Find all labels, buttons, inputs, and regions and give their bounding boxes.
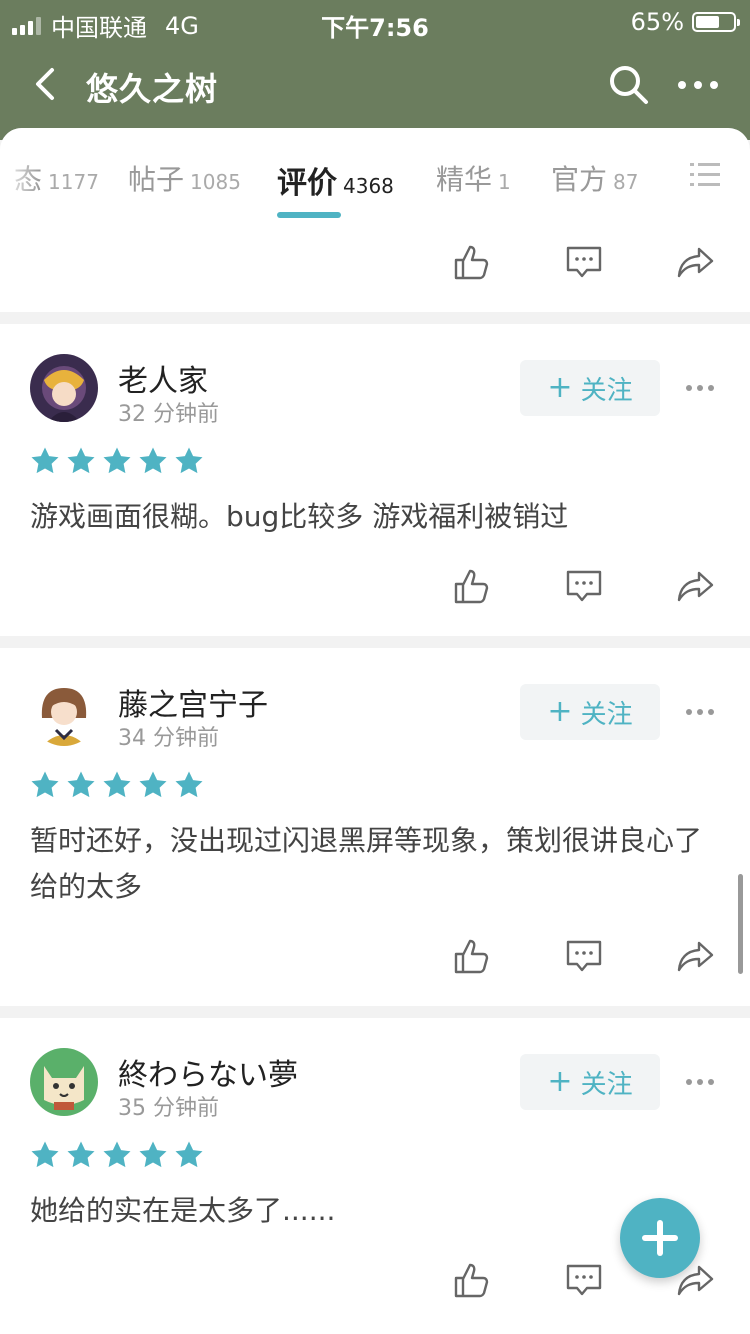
star-icon	[174, 446, 204, 476]
comment-icon[interactable]	[564, 566, 604, 606]
review-actions	[0, 926, 750, 986]
share-icon[interactable]	[676, 242, 716, 282]
like-icon[interactable]	[452, 936, 492, 976]
follow-button[interactable]: + 关注	[520, 1054, 660, 1110]
star-icon	[30, 446, 60, 476]
plus-icon: +	[547, 370, 573, 405]
share-icon[interactable]	[676, 566, 716, 606]
tab-label: 精华	[436, 163, 493, 196]
star-icon	[66, 770, 96, 800]
tab-official[interactable]: 官方 87	[551, 158, 638, 198]
review-card: 終わらない夢 35 分钟前 + 关注 她给的实在是太多了......	[0, 1018, 750, 1334]
star-icon	[66, 1140, 96, 1170]
add-review-button[interactable]	[620, 1198, 700, 1278]
follow-label: 关注	[580, 1069, 633, 1100]
review-text[interactable]: 她给的实在是太多了......	[30, 1188, 720, 1234]
star-icon	[174, 1140, 204, 1170]
more-icon[interactable]	[676, 62, 720, 108]
tab-count: 87	[613, 170, 639, 194]
tab-label: 帖子	[128, 163, 185, 196]
status-bar: 中国联通 4G 下午7:56 65%	[0, 0, 750, 44]
star-icon	[174, 770, 204, 800]
tab-reviews[interactable]: 评价 4368	[277, 158, 394, 202]
review-time: 34 分钟前	[118, 726, 219, 751]
review-time: 35 分钟前	[118, 1096, 219, 1121]
follow-label: 关注	[580, 699, 633, 730]
avatar[interactable]	[30, 1048, 98, 1116]
tab-count: 1	[498, 170, 511, 194]
like-icon[interactable]	[452, 1260, 492, 1300]
plus-icon: +	[547, 694, 573, 729]
tab-label: 评价	[277, 166, 337, 201]
star-icon	[102, 770, 132, 800]
tab-featured[interactable]: 精华 1	[436, 158, 511, 198]
tab-count: 1085	[190, 170, 241, 194]
follow-button[interactable]: + 关注	[520, 360, 660, 416]
review-text[interactable]: 暂时还好，没出现过闪退黑屏等现象，策划很讲良心了给的太多	[30, 818, 720, 910]
star-icon	[102, 446, 132, 476]
username[interactable]: 老人家	[118, 356, 208, 400]
star-icon	[138, 1140, 168, 1170]
back-arrow-icon[interactable]	[28, 62, 68, 106]
comment-icon[interactable]	[564, 242, 604, 282]
follow-label: 关注	[580, 375, 633, 406]
star-rating	[30, 770, 204, 800]
share-icon[interactable]	[676, 936, 716, 976]
scrollbar[interactable]	[738, 874, 743, 974]
tab-count: 1177	[48, 170, 99, 194]
more-icon[interactable]	[684, 698, 716, 726]
list-icon[interactable]	[690, 162, 720, 188]
star-icon	[138, 770, 168, 800]
avatar[interactable]	[30, 678, 98, 746]
more-icon[interactable]	[684, 374, 716, 402]
star-rating	[30, 1140, 204, 1170]
comment-icon[interactable]	[564, 1260, 604, 1300]
star-rating	[30, 446, 204, 476]
like-icon[interactable]	[452, 242, 492, 282]
battery-icon	[692, 12, 740, 32]
review-card: 老人家 32 分钟前 + 关注 游戏画面很糊。bug比较多 游戏福利被销过	[0, 324, 750, 636]
tab-bar: 态 1177 帖子 1085 评价 4368 精华 1 官方 87	[0, 128, 750, 221]
search-icon[interactable]	[606, 62, 652, 108]
content-area: 态 1177 帖子 1085 评价 4368 精华 1 官方 87	[0, 128, 750, 1334]
more-icon[interactable]	[684, 1068, 716, 1096]
plus-icon: +	[547, 1064, 573, 1099]
review-actions	[0, 556, 750, 616]
tab-posts[interactable]: 帖子 1085	[128, 158, 241, 198]
battery-percent: 65%	[630, 8, 684, 36]
page-title: 悠久之树	[86, 70, 219, 108]
nav-bar: 悠久之树	[0, 44, 750, 124]
review-card-partial	[0, 220, 750, 312]
tab-label: 官方	[551, 163, 608, 196]
review-actions	[0, 232, 750, 292]
tab-fade	[0, 128, 40, 220]
username[interactable]: 藤之宫宁子	[118, 680, 268, 724]
review-text[interactable]: 游戏画面很糊。bug比较多 游戏福利被销过	[30, 494, 720, 540]
star-icon	[102, 1140, 132, 1170]
app-header: 中国联通 4G 下午7:56 65% 悠久之树	[0, 0, 750, 140]
review-card: 藤之宫宁子 34 分钟前 + 关注 暂时还好，没出现过闪退黑屏等现象，策划很讲良心…	[0, 648, 750, 1006]
star-icon	[30, 770, 60, 800]
review-time: 32 分钟前	[118, 402, 219, 427]
comment-icon[interactable]	[564, 936, 604, 976]
active-tab-indicator	[277, 212, 341, 218]
star-icon	[30, 1140, 60, 1170]
star-icon	[138, 446, 168, 476]
tab-count: 4368	[343, 174, 394, 198]
like-icon[interactable]	[452, 566, 492, 606]
username[interactable]: 終わらない夢	[118, 1050, 298, 1094]
avatar[interactable]	[30, 354, 98, 422]
follow-button[interactable]: + 关注	[520, 684, 660, 740]
star-icon	[66, 446, 96, 476]
